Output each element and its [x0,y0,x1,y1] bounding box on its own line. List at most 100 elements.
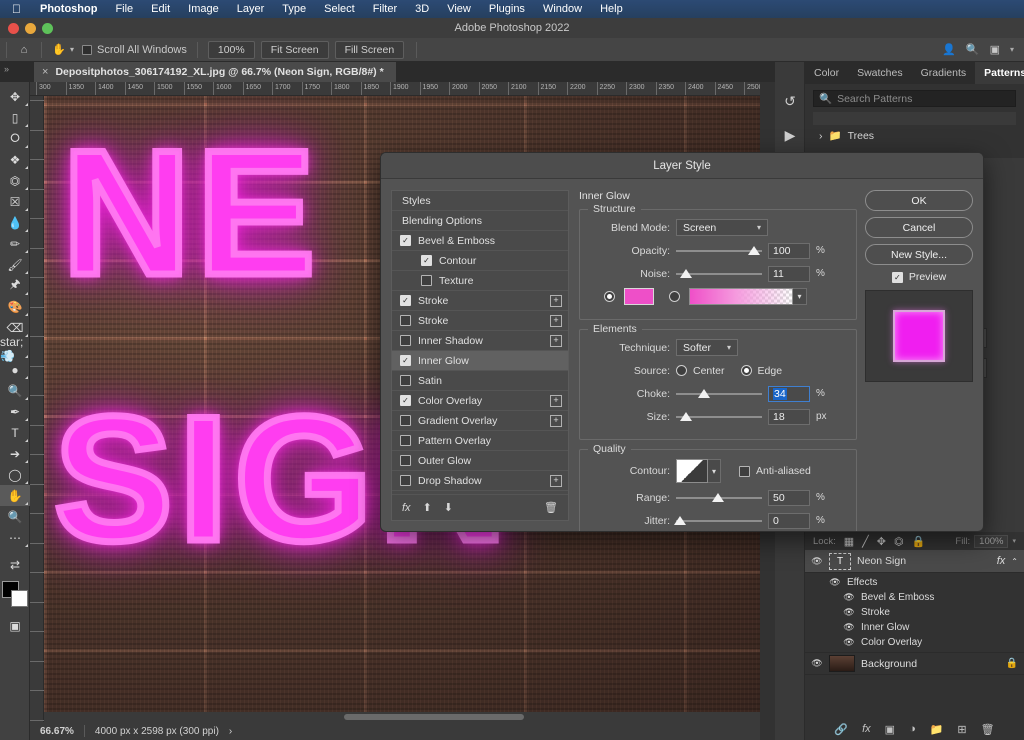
add-effect-icon[interactable]: + [550,415,562,427]
hand-tool[interactable]: ✋ [0,485,30,506]
effect-row-inner-glow[interactable]: 👁 Inner Glow [829,620,1024,635]
glow-gradient-radio[interactable] [669,291,680,302]
chevron-down-icon[interactable]: ▾ [1010,45,1014,54]
effects-visibility-icon[interactable]: 👁 [829,577,841,588]
fit-screen-button[interactable]: Fit Screen [261,41,329,59]
document-tab[interactable]: × Depositphotos_306174192_XL.jpg @ 66.7%… [34,62,396,82]
style-item-texture[interactable]: Texture [392,271,568,291]
style-item-stroke-2[interactable]: Stroke + [392,311,568,331]
apple-logo-icon[interactable]:  [0,3,31,15]
add-effect-icon[interactable]: + [550,475,562,487]
range-slider[interactable] [676,491,762,505]
new-layer-icon[interactable]: ⊞ [957,723,966,736]
type-tool[interactable]: T [0,422,30,443]
tab-patterns[interactable]: Patterns [975,62,1024,84]
style-item-pattern-overlay[interactable]: Pattern Overlay [392,431,568,451]
dodge-tool[interactable]: 🔍 [0,380,30,401]
zoom-tool[interactable]: 🔍 [0,506,30,527]
source-center-radio[interactable] [676,365,687,376]
pen-tool[interactable]: ✒ [0,401,30,422]
add-effect-icon[interactable]: + [550,315,562,327]
preview-checkbox[interactable]: ✓ [892,272,903,283]
chevron-right-icon[interactable]: › [819,130,823,142]
chevron-up-icon[interactable]: ⌃ [1011,557,1018,566]
chevron-down-icon[interactable]: ▾ [70,45,74,54]
swap-colors-icon[interactable]: ⇄ [0,554,30,575]
hand-tool-icon[interactable]: ✋ [48,41,70,59]
move-down-icon[interactable]: ⬇ [444,501,453,514]
style-checkbox[interactable] [400,375,411,386]
effect-visibility-icon[interactable]: 👁 [843,637,855,648]
anti-aliased-checkbox[interactable] [739,466,750,477]
opacity-slider[interactable] [676,244,762,258]
eyedropper-tool[interactable]: 💧 [0,212,30,233]
jitter-slider[interactable] [676,514,762,528]
layer-visibility-icon[interactable]: 👁 [811,556,823,567]
glow-gradient-preview[interactable] [689,288,793,305]
search-patterns-input[interactable]: 🔍 Search Patterns [813,90,1016,107]
menu-view[interactable]: View [438,3,480,15]
size-slider[interactable] [676,410,762,424]
style-item-stroke-1[interactable]: ✓ Stroke + [392,291,568,311]
lock-position-icon[interactable]: ✥ [877,535,886,548]
tab-color[interactable]: Color [805,62,848,84]
fill-value[interactable]: 100% [974,535,1008,548]
style-item-styles[interactable]: Styles [392,191,568,211]
healing-brush-tool[interactable]: ✏ [0,233,30,254]
lock-all-icon[interactable]: 🔒 [912,535,926,548]
style-checkbox[interactable]: ✓ [400,355,411,366]
more-tools-icon[interactable]: ⋯ [0,527,30,548]
menu-window[interactable]: Window [534,3,591,15]
frame-tool[interactable]: ☒ [0,191,30,212]
canvas-horizontal-scrollbar[interactable] [44,712,760,722]
cancel-button[interactable]: Cancel [865,217,973,238]
menu-select[interactable]: Select [315,3,364,15]
effect-visibility-icon[interactable]: 👁 [843,592,855,603]
menu-layer[interactable]: Layer [228,3,274,15]
style-checkbox[interactable] [400,455,411,466]
effect-row-color-overlay[interactable]: 👁 Color Overlay [829,635,1024,650]
blend-mode-select[interactable]: Screen ▾ [676,219,768,236]
glow-color-swatch[interactable] [624,288,654,305]
range-input[interactable]: 50 [768,490,810,506]
style-checkbox[interactable]: ✓ [400,295,411,306]
style-checkbox[interactable] [400,315,411,326]
add-effect-icon[interactable]: + [550,335,562,347]
effect-visibility-icon[interactable]: 👁 [843,607,855,618]
style-item-gradient-overlay[interactable]: Gradient Overlay + [392,411,568,431]
style-item-contour[interactable]: ✓ Contour [392,251,568,271]
add-effect-icon[interactable]: + [550,395,562,407]
menu-help[interactable]: Help [591,3,632,15]
background-color-swatch[interactable] [11,590,28,607]
effect-visibility-icon[interactable]: 👁 [843,622,855,633]
paint-bucket-tool[interactable]: star;💨 [0,338,30,359]
new-group-icon[interactable]: 📁 [930,723,944,736]
effect-row-stroke[interactable]: 👁 Stroke [829,605,1024,620]
style-checkbox[interactable] [400,335,411,346]
effects-row[interactable]: 👁 Effects [829,575,1024,590]
history-brush-tool[interactable]: 🎨 [0,296,30,317]
ok-button[interactable]: OK [865,190,973,211]
workspace-icon[interactable]: ▣ [990,43,1000,56]
chevron-down-icon[interactable]: ▾ [708,459,721,483]
jitter-input[interactable]: 0 [768,513,810,529]
scroll-all-windows-checkbox[interactable] [82,45,92,55]
layer-visibility-icon[interactable]: 👁 [811,658,823,669]
style-item-outer-glow[interactable]: Outer Glow [392,451,568,471]
layer-row-background[interactable]: 👁 Background 🔒 [805,652,1024,675]
style-item-drop-shadow[interactable]: Drop Shadow + [392,471,568,491]
choke-slider[interactable] [676,387,762,401]
adjustment-layer-icon[interactable]: ◑ [909,723,916,735]
style-item-color-overlay[interactable]: ✓ Color Overlay + [392,391,568,411]
choke-input[interactable]: 34 [768,386,810,402]
crop-tool[interactable]: ⏣ [0,170,30,191]
add-fx-icon[interactable]: fx [862,723,871,735]
style-checkbox[interactable]: ✓ [400,235,411,246]
menu-type[interactable]: Type [273,3,315,15]
foreground-background-colors[interactable] [2,581,28,607]
collapse-left-panel-icon[interactable]: » [4,64,9,74]
style-item-satin[interactable]: Satin [392,371,568,391]
delete-effect-icon[interactable]: 🗑 [544,501,558,514]
delete-layer-icon[interactable]: 🗑 [981,723,995,736]
fill-screen-button[interactable]: Fill Screen [335,41,405,59]
